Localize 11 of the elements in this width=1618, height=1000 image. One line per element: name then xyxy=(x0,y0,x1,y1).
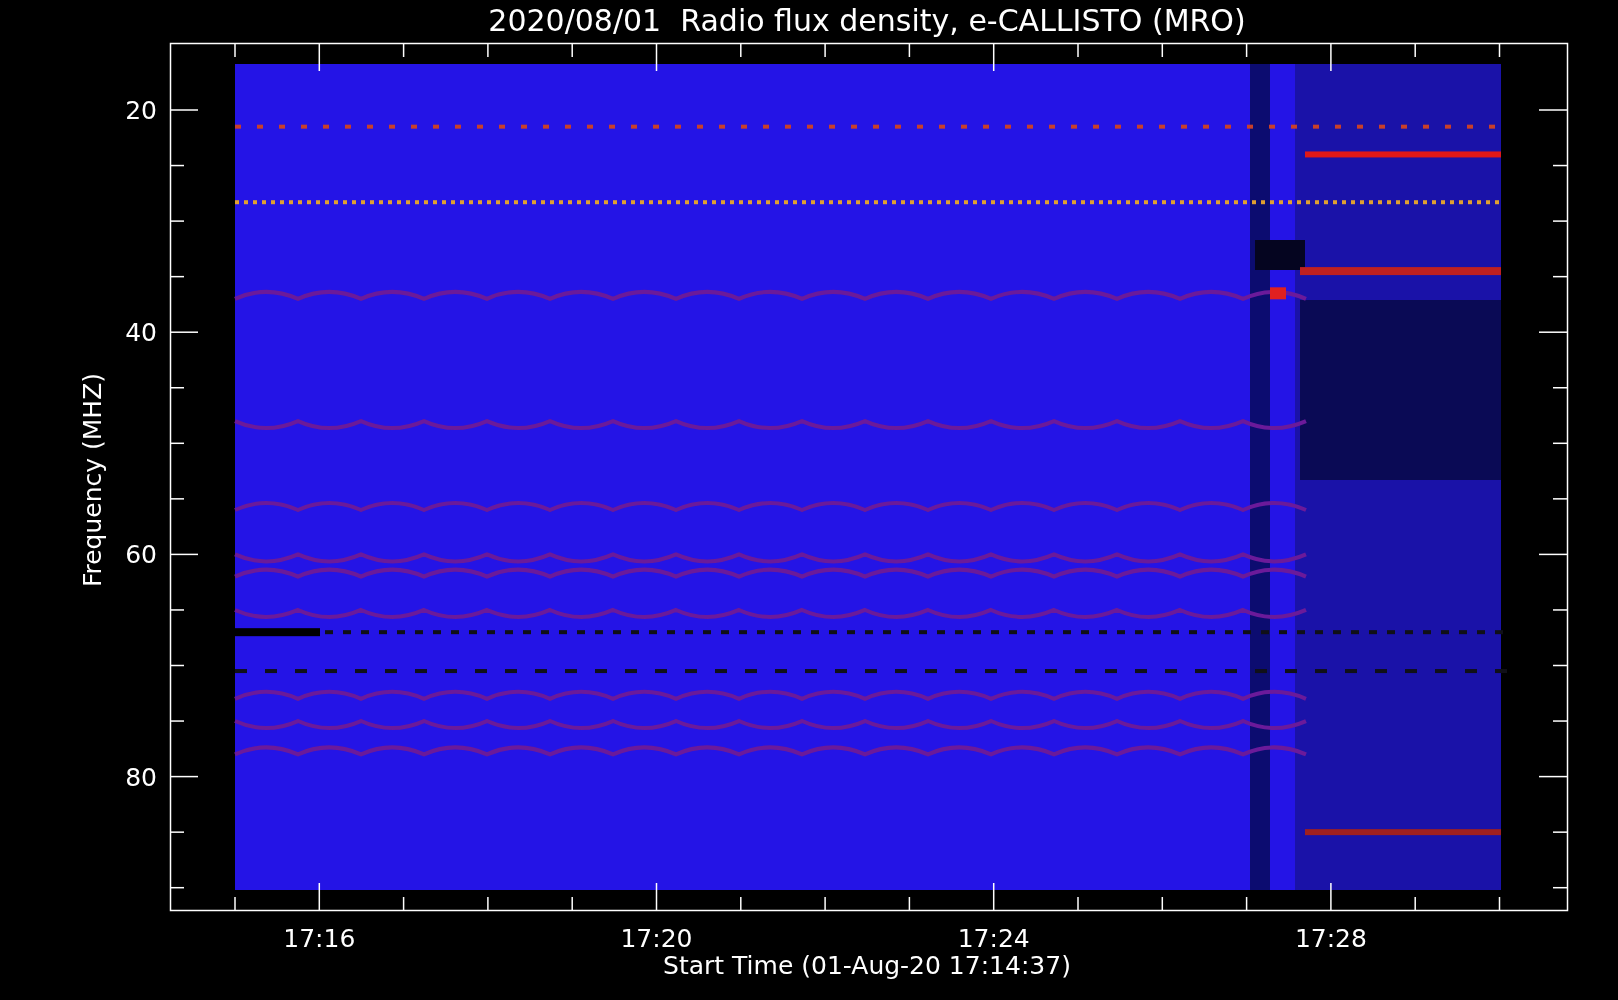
chart-title: 2020/08/01 Radio flux density, e-CALLISTO (MRO) xyxy=(488,3,1246,38)
y-axis-tick-label: 40 xyxy=(125,318,157,348)
x-axis-title: Start Time (01-Aug-20 17:14:37) xyxy=(663,951,1071,980)
y-axis-tick-label: 20 xyxy=(125,96,157,125)
x-axis-tick-label: 17:28 xyxy=(1294,924,1367,953)
x-axis-tick-label: 17:16 xyxy=(283,924,356,953)
x-axis-tick-label: 17:20 xyxy=(620,924,693,953)
y-axis-tick-label: 60 xyxy=(125,540,157,570)
x-axis-tick-label: 17:24 xyxy=(957,924,1030,953)
y-axis-tick-label: 80 xyxy=(125,762,157,792)
y-axis-title: Frequency (MHZ) xyxy=(78,372,107,588)
